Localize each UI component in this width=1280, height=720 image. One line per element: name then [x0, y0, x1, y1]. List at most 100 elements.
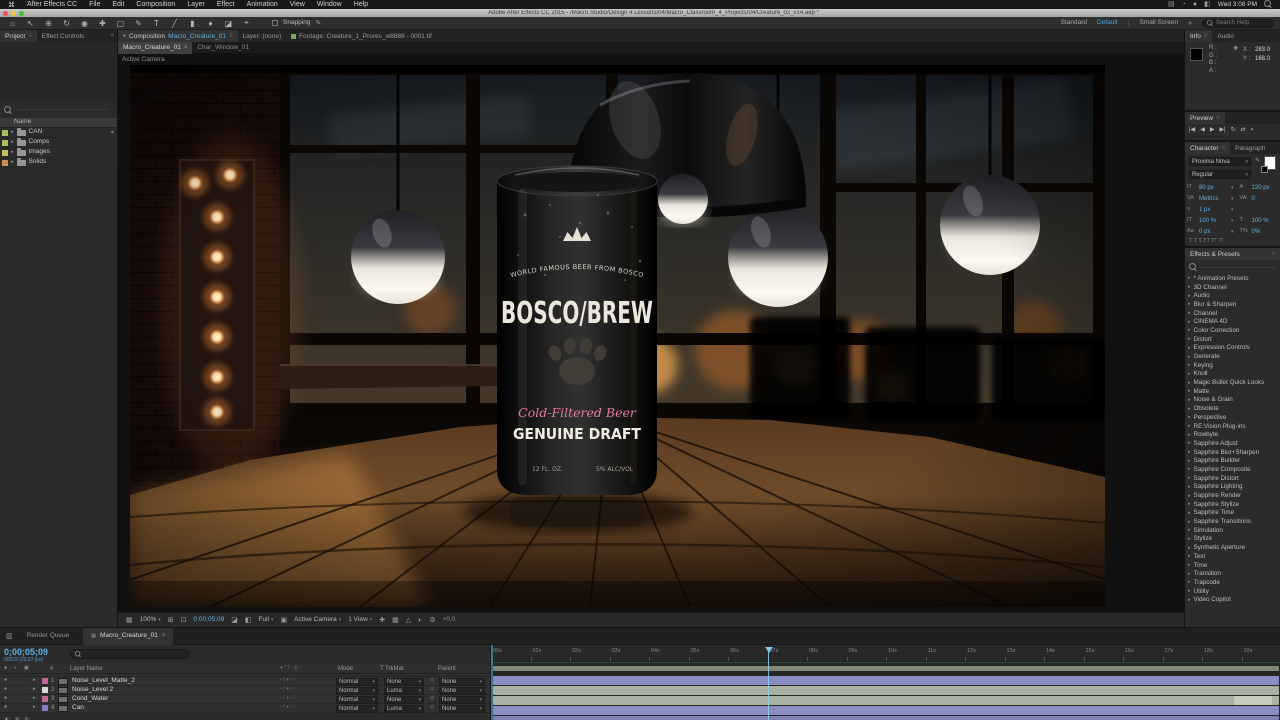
layer-switches-icons[interactable]: ▫ / ● ▫ / [280, 678, 295, 683]
close-tab-icon[interactable]: × [162, 633, 166, 639]
layer-lock-icon[interactable]: ▫ [24, 678, 26, 683]
tab-effects-presets[interactable]: Effects & Presets ≡ [1185, 248, 1280, 260]
project-find-icon[interactable]: ⌖ [111, 130, 114, 136]
timecode-big[interactable]: 0;00;05;09 [4, 647, 48, 657]
effects-category-row[interactable]: ▸ Magic Bullet Quick Looks [1185, 378, 1280, 387]
effects-category-row[interactable]: ▸ CINEMA 4D [1185, 317, 1280, 326]
view-tab-active[interactable]: Macro_Creature_01 × [118, 41, 193, 54]
effects-category-row[interactable]: ▸ Obsolete [1185, 404, 1280, 413]
effects-category-row[interactable]: ▸ Perspective [1185, 413, 1280, 422]
layer-name[interactable]: Cond_Water [72, 695, 108, 703]
effects-category-label[interactable]: Text [1194, 553, 1206, 560]
tab-audio[interactable]: Audio [1212, 30, 1239, 42]
camera-dropdown[interactable]: Active Camera ▾ [294, 616, 341, 624]
effects-category-row[interactable]: ▸ Simulation [1185, 526, 1280, 535]
layer-expand-arrow-icon[interactable]: ▸ [33, 705, 36, 710]
layer-mode-dropdown[interactable]: Normal ▾ [336, 705, 378, 713]
layer-visibility-eye-icon[interactable]: ● [4, 678, 7, 683]
menu-item[interactable]: Layer [187, 1, 205, 8]
effects-category-row[interactable]: ▸ Sapphire Render [1185, 491, 1280, 500]
effects-category-label[interactable]: Color Correction [1194, 327, 1240, 334]
effects-category-label[interactable]: Matte [1194, 388, 1210, 395]
timeline-layer-row[interactable]: ● ▫ ▸ 3 Cond_Water ▫ / ● ▫ / Normal ▾ Non… [0, 695, 490, 704]
expand-arrow-icon[interactable]: ▸ [1188, 553, 1191, 559]
eraser-tool[interactable]: ◪ [222, 19, 235, 28]
layer-visibility-eye-icon[interactable]: ● [4, 705, 7, 710]
effects-category-label[interactable]: Sapphire Transitions [1194, 518, 1251, 525]
effects-category-label[interactable]: Trapcode [1194, 579, 1220, 586]
layer-mode-dropdown[interactable]: Normal ▾ [336, 678, 378, 686]
expand-arrow-icon[interactable]: ▸ [1188, 501, 1191, 507]
effects-category-label[interactable]: Synthetic Aperture [1194, 544, 1245, 551]
timeline-layer-row[interactable]: ● ▫ ▸ 4 Can ▫ / ● ▫ / Normal ▾ Luma ▾ ◎ No… [0, 704, 490, 713]
column-parent[interactable]: Parent [438, 666, 456, 672]
effects-category-label[interactable]: Video Copilot [1194, 596, 1231, 603]
effects-category-label[interactable]: Blur & Sharpen [1194, 301, 1237, 308]
magnification-dropdown[interactable]: 100% ▾ [140, 616, 161, 624]
transport-button[interactable]: ↻ [1231, 127, 1236, 133]
character-value[interactable]: 100 % [1199, 218, 1229, 224]
menu-item[interactable]: File [89, 1, 100, 8]
layer-label-color-chip[interactable] [42, 687, 48, 693]
layer-name[interactable]: Can [72, 704, 84, 712]
effects-category-row[interactable]: ▸ Time [1185, 561, 1280, 570]
layer-expand-arrow-icon[interactable]: ▸ [33, 678, 36, 683]
layer-switches-icons[interactable]: ▫ / ● ▫ / [280, 705, 295, 710]
effects-category-label[interactable]: Transition [1194, 570, 1221, 577]
timeline-search-box[interactable] [70, 649, 190, 659]
effects-category-label[interactable]: 3D Channel [1194, 284, 1227, 291]
menu-item[interactable]: Animation [247, 1, 278, 8]
pixel-aspect-icon[interactable]: ✚ [379, 617, 385, 624]
effects-category-row[interactable]: ▸ Sapphire Composite [1185, 465, 1280, 474]
current-time-display[interactable]: 0;00;05;09 00509 (29.97 fps) [4, 647, 48, 663]
playhead-marker[interactable] [765, 647, 773, 653]
transport-button[interactable]: ▶| [1219, 127, 1225, 133]
layer-visibility-eye-icon[interactable]: ● [4, 687, 7, 692]
effects-category-row[interactable]: ▸ Sapphire Transitions [1185, 517, 1280, 526]
effects-category-label[interactable]: Distort [1194, 336, 1212, 343]
expand-arrow-icon[interactable]: ▸ [1188, 397, 1191, 403]
snapshot-icon[interactable]: ◪ [231, 617, 238, 624]
effects-category-label[interactable]: Sapphire Composite [1194, 466, 1251, 473]
expand-arrow-icon[interactable]: ▸ [1188, 423, 1191, 429]
close-window-button[interactable] [3, 10, 8, 16]
expand-arrow-icon[interactable]: ▸ [1188, 527, 1191, 533]
layer-parent-pickwhip-icon[interactable]: ◎ [430, 705, 434, 710]
expand-arrow-icon[interactable]: ▸ [1188, 449, 1191, 455]
expand-arrow-icon[interactable]: ▸ [1188, 588, 1191, 594]
layer-label-color-chip[interactable] [42, 696, 48, 702]
menu-item[interactable]: View [290, 1, 305, 8]
expand-arrow-icon[interactable]: ▸ [1188, 388, 1191, 394]
layer-name[interactable]: Noise_Level_Matte_2 [72, 677, 135, 685]
effects-category-label[interactable]: Generate [1194, 353, 1220, 360]
layer-switches-icons[interactable]: ▫ / ● ▫ / [280, 696, 295, 701]
menu-item[interactable]: Edit [112, 1, 124, 8]
effects-category-row[interactable]: ▸ Channel [1185, 309, 1280, 318]
layer-name[interactable]: Noise_Level 2 [72, 686, 113, 694]
project-search[interactable] [4, 106, 108, 114]
pan-behind-tool[interactable]: ✚ [96, 19, 109, 28]
effects-category-row[interactable]: ▸ Text [1185, 552, 1280, 561]
expand-arrow-icon[interactable]: ▸ [11, 150, 14, 155]
help-search-box[interactable]: Search Help [1202, 18, 1274, 28]
playhead-line[interactable] [768, 647, 769, 720]
effects-category-row[interactable]: ▸ Generate [1185, 352, 1280, 361]
expand-arrow-icon[interactable]: ▸ [1188, 545, 1191, 551]
expand-arrow-icon[interactable]: ▸ [1188, 362, 1191, 368]
transport-button[interactable]: ▪ [1251, 127, 1253, 133]
region-of-interest-icon[interactable]: ▣ [281, 617, 288, 624]
effects-category-row[interactable]: ▸ Trapcode [1185, 578, 1280, 587]
effects-category-label[interactable]: CINEMA 4D [1194, 318, 1228, 325]
transport-button[interactable]: |◀ [1189, 127, 1195, 133]
expand-arrow-icon[interactable]: ▸ [1188, 440, 1191, 446]
expand-arrow-icon[interactable]: ▸ [1188, 571, 1191, 577]
effects-category-label[interactable]: Sapphire Blur+Sharpen [1194, 449, 1260, 456]
close-tab-icon[interactable]: × [184, 45, 188, 51]
column-mode[interactable]: Mode [338, 666, 353, 672]
clone-stamp-tool[interactable]: ♦ [204, 19, 217, 28]
effects-category-label[interactable]: Sapphire Lighting [1194, 483, 1243, 490]
layer-expand-arrow-icon[interactable]: ▸ [33, 696, 36, 701]
column-layer-name[interactable]: Layer Name [70, 666, 103, 672]
font-style-dropdown[interactable]: Regular ▾ [1189, 169, 1251, 180]
layer-trkmat-dropdown[interactable]: Luma ▾ [384, 705, 424, 713]
